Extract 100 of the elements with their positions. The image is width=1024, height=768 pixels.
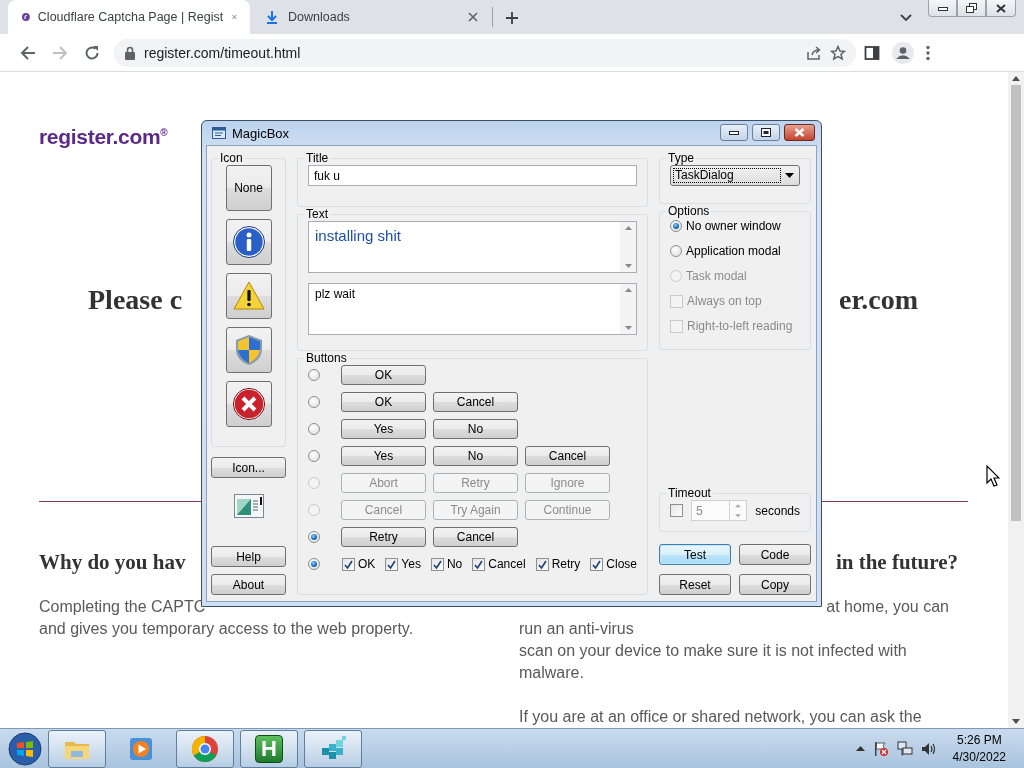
group-label: Title [305,151,330,165]
profile-icon[interactable] [892,41,914,64]
window-icon [212,127,226,139]
scroll-thumb[interactable] [1011,85,1021,521]
radio-button[interactable] [670,245,682,257]
icon-choice[interactable] [225,381,272,427]
warning-icon [232,280,265,312]
scrollbar[interactable] [620,222,636,272]
close-button[interactable] [784,124,815,141]
radio-button[interactable] [308,423,320,435]
preview-button[interactable]: Retry [341,527,426,547]
radio-button[interactable] [670,220,682,232]
preview-button[interactable]: Yes [341,446,426,466]
group-label: Buttons [305,351,348,365]
lock-icon[interactable] [124,45,136,60]
scroll-up-icon[interactable] [624,288,632,292]
close-icon[interactable] [466,10,480,24]
section-heading: in the future? [835,549,958,575]
maximize-button[interactable] [752,124,780,141]
scrollbar[interactable] [1008,72,1024,728]
title-field[interactable]: fuk u [308,165,637,186]
minimize-button[interactable] [720,124,748,141]
none-button[interactable]: None [225,165,272,211]
clock[interactable]: 5:26 PM 4/30/2022 [952,731,1006,766]
preview-button[interactable]: OK [341,392,426,412]
reload-icon[interactable] [84,44,100,61]
type-dropdown[interactable]: TaskDialog [670,165,800,186]
taskbar-button[interactable] [48,729,106,768]
close-icon [794,128,805,137]
about-button[interactable]: About [211,574,286,595]
radio-button[interactable] [308,450,320,462]
back-icon[interactable] [20,44,36,61]
radio-button[interactable] [308,396,320,408]
scrollbar[interactable] [620,284,636,334]
preview-button[interactable]: Yes [341,419,426,439]
dropdown-icon[interactable] [785,173,794,178]
checkbox[interactable] [670,504,683,517]
radio-button[interactable] [308,558,320,570]
scroll-down-icon[interactable] [1012,719,1020,724]
preview-button[interactable]: OK [341,365,426,385]
plus-icon[interactable] [505,11,519,25]
star-icon[interactable] [830,44,846,61]
paragraph-text: and gives you temporary access to the web property. [39,619,415,639]
restore-button[interactable] [957,0,986,17]
window-title: MagicBox [232,125,291,141]
preview-button[interactable]: Cancel [433,392,518,412]
checkbox[interactable] [590,557,604,571]
maximize-icon [761,128,771,137]
content-field[interactable]: plz wait [308,283,637,335]
error-icon [232,388,265,420]
page-heading: Please c [88,284,183,316]
preview-button[interactable]: No [433,419,518,439]
taskbar-button[interactable] [304,729,362,768]
paragraph-text: If you are at an office or shared network, you can ask the [519,707,923,727]
help-button[interactable]: Help [211,546,286,567]
action-button[interactable]: Reset [659,574,731,595]
checkbox[interactable] [342,557,355,571]
action-button[interactable]: Code [739,544,811,565]
caret-icon[interactable] [855,746,865,751]
icon-choice[interactable] [225,327,272,373]
checkbox[interactable] [430,557,444,571]
action-button[interactable]: Test [659,544,731,565]
option-label: Task modal [686,269,747,283]
scroll-down-icon[interactable] [624,326,632,330]
start-button[interactable] [8,731,42,766]
side-panel-icon[interactable] [864,44,880,61]
address-bar[interactable]: register.com/timeout.html [114,38,856,67]
browser-tab[interactable]: Cloudflare Captcha Page | Regist [8,0,250,34]
group-label: Icon [219,151,244,165]
preview-button[interactable]: No [433,446,518,466]
preview-button[interactable]: Cancel [433,527,518,547]
preview-button[interactable]: Cancel [525,446,610,466]
taskbar-button[interactable] [176,729,234,768]
radio-button[interactable] [308,369,320,381]
checkbox[interactable] [535,557,549,571]
pointer-icon [986,465,1000,487]
scroll-up-icon[interactable] [624,226,632,230]
close-button[interactable] [986,0,1016,17]
browser-tab[interactable]: Downloads [250,0,492,34]
icon-choice[interactable] [225,219,272,265]
share-icon[interactable] [806,44,822,61]
scroll-up-icon[interactable] [1012,76,1020,81]
checkbox-label: Close [606,557,637,571]
radio-button[interactable] [308,531,320,543]
icon-choice[interactable] [225,273,272,319]
action-button[interactable]: Copy [739,574,811,595]
paragraph-text: at home, you can [825,597,949,617]
flag-icon[interactable] [872,740,889,757]
checkbox[interactable] [385,557,399,571]
checkbox[interactable] [472,557,486,571]
minimize-button[interactable] [928,0,957,17]
browse-button[interactable]: Icon... [211,457,286,478]
app-logo: H [255,734,283,763]
network-icon[interactable] [896,740,913,757]
menu-icon[interactable] [926,44,930,61]
checkbox-label: Cancel [488,557,526,571]
scroll-down-icon[interactable] [624,264,632,268]
unit-label: seconds [755,503,800,518]
group-label: Type [667,151,695,165]
instruction-field[interactable]: installing shit [308,221,637,273]
